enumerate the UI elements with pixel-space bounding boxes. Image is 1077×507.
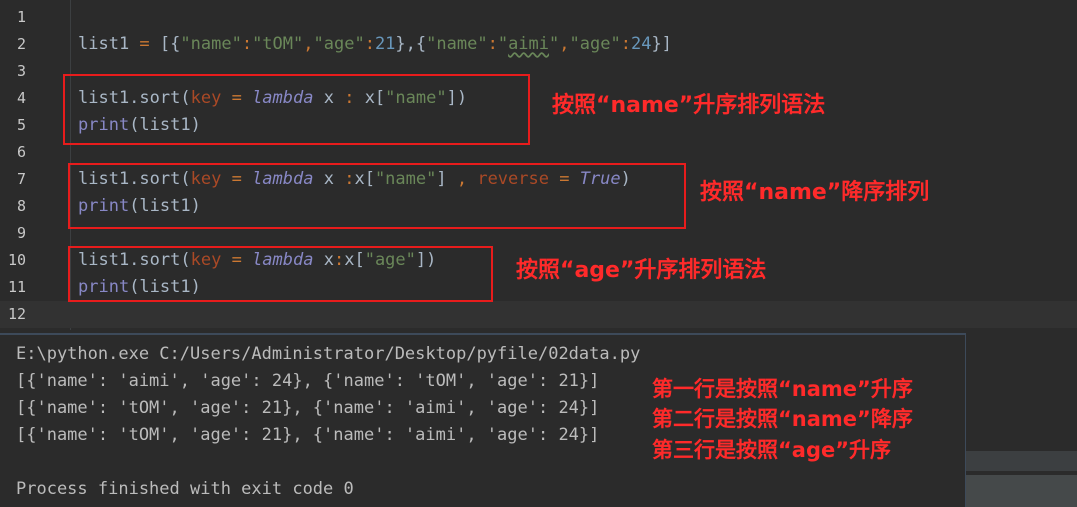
ide-screen: 1 2 list1 = [{"name":"tOM","age":21},{"n… — [0, 0, 1077, 507]
console-side-panel — [966, 333, 1077, 507]
token: : — [487, 34, 498, 54]
token: "tOM" — [252, 34, 304, 54]
token: "age" — [313, 34, 365, 54]
annotation-box-1 — [63, 74, 530, 145]
console-note-1: 第一行是按照“name”升序 — [652, 377, 913, 401]
line-number: 9 — [16, 224, 26, 242]
line-number: 3 — [16, 62, 26, 80]
token: " — [497, 34, 509, 54]
token: 24 — [630, 34, 652, 54]
code-line-12-current[interactable]: 12 — [0, 301, 1077, 328]
annotation-note-3: 按照“age”升序排列语法 — [516, 258, 767, 283]
code-line-2[interactable]: 2 list1 = [{"name":"tOM","age":21},{"nam… — [0, 31, 1077, 58]
line-number: 8 — [16, 197, 26, 215]
token: aimi — [508, 34, 550, 54]
line-number: 1 — [16, 8, 26, 26]
line-number: 7 — [16, 170, 26, 188]
line-number: 4 — [16, 89, 26, 107]
console-output-line: [{'name': 'tOM', 'age': 21}, {'name': 'a… — [16, 398, 600, 418]
annotation-note-2: 按照“name”降序排列 — [700, 180, 930, 205]
token: , — [559, 34, 570, 54]
token: "name" — [426, 34, 488, 54]
console-command: E:\python.exe C:/Users/Administrator/Des… — [16, 344, 641, 364]
token: , — [303, 34, 314, 54]
token: [{ — [159, 34, 181, 54]
token: : — [364, 34, 375, 54]
line-number: 11 — [7, 278, 26, 296]
annotation-note-1: 按照“name”升序排列语法 — [552, 93, 826, 118]
run-console[interactable]: E:\python.exe C:/Users/Administrator/Des… — [0, 333, 966, 507]
line-number: 6 — [16, 143, 26, 161]
side-strip — [966, 451, 1077, 471]
annotation-box-3 — [68, 246, 493, 302]
token: " — [549, 34, 560, 54]
token: : — [241, 34, 253, 54]
token: }] — [651, 34, 672, 54]
token: 21 — [374, 34, 396, 54]
console-note-3: 第三行是按照“age”升序 — [652, 438, 892, 462]
token: "name" — [180, 34, 242, 54]
code-line-1[interactable]: 1 — [0, 4, 1077, 31]
console-note-2: 第二行是按照“name”降序 — [652, 407, 913, 431]
line-number: 10 — [7, 251, 26, 269]
line-number: 5 — [16, 116, 26, 134]
console-exit-message: Process finished with exit code 0 — [16, 479, 354, 499]
line-number: 2 — [16, 35, 26, 53]
token: list1 — [78, 34, 140, 54]
annotation-box-2 — [68, 163, 686, 229]
token: },{ — [395, 34, 427, 54]
code-editor[interactable]: 1 2 list1 = [{"name":"tOM","age":21},{"n… — [0, 0, 1077, 330]
token: = — [139, 34, 160, 54]
console-output-line: [{'name': 'tOM', 'age': 21}, {'name': 'a… — [16, 425, 600, 445]
token: "age" — [569, 34, 621, 54]
line-number: 12 — [7, 305, 26, 323]
side-strip — [966, 475, 1077, 507]
code-text: list1 = [{"name":"tOM","age":21},{"name"… — [78, 31, 672, 58]
token: : — [620, 34, 631, 54]
console-output-line: [{'name': 'aimi', 'age': 24}, {'name': '… — [16, 371, 600, 391]
